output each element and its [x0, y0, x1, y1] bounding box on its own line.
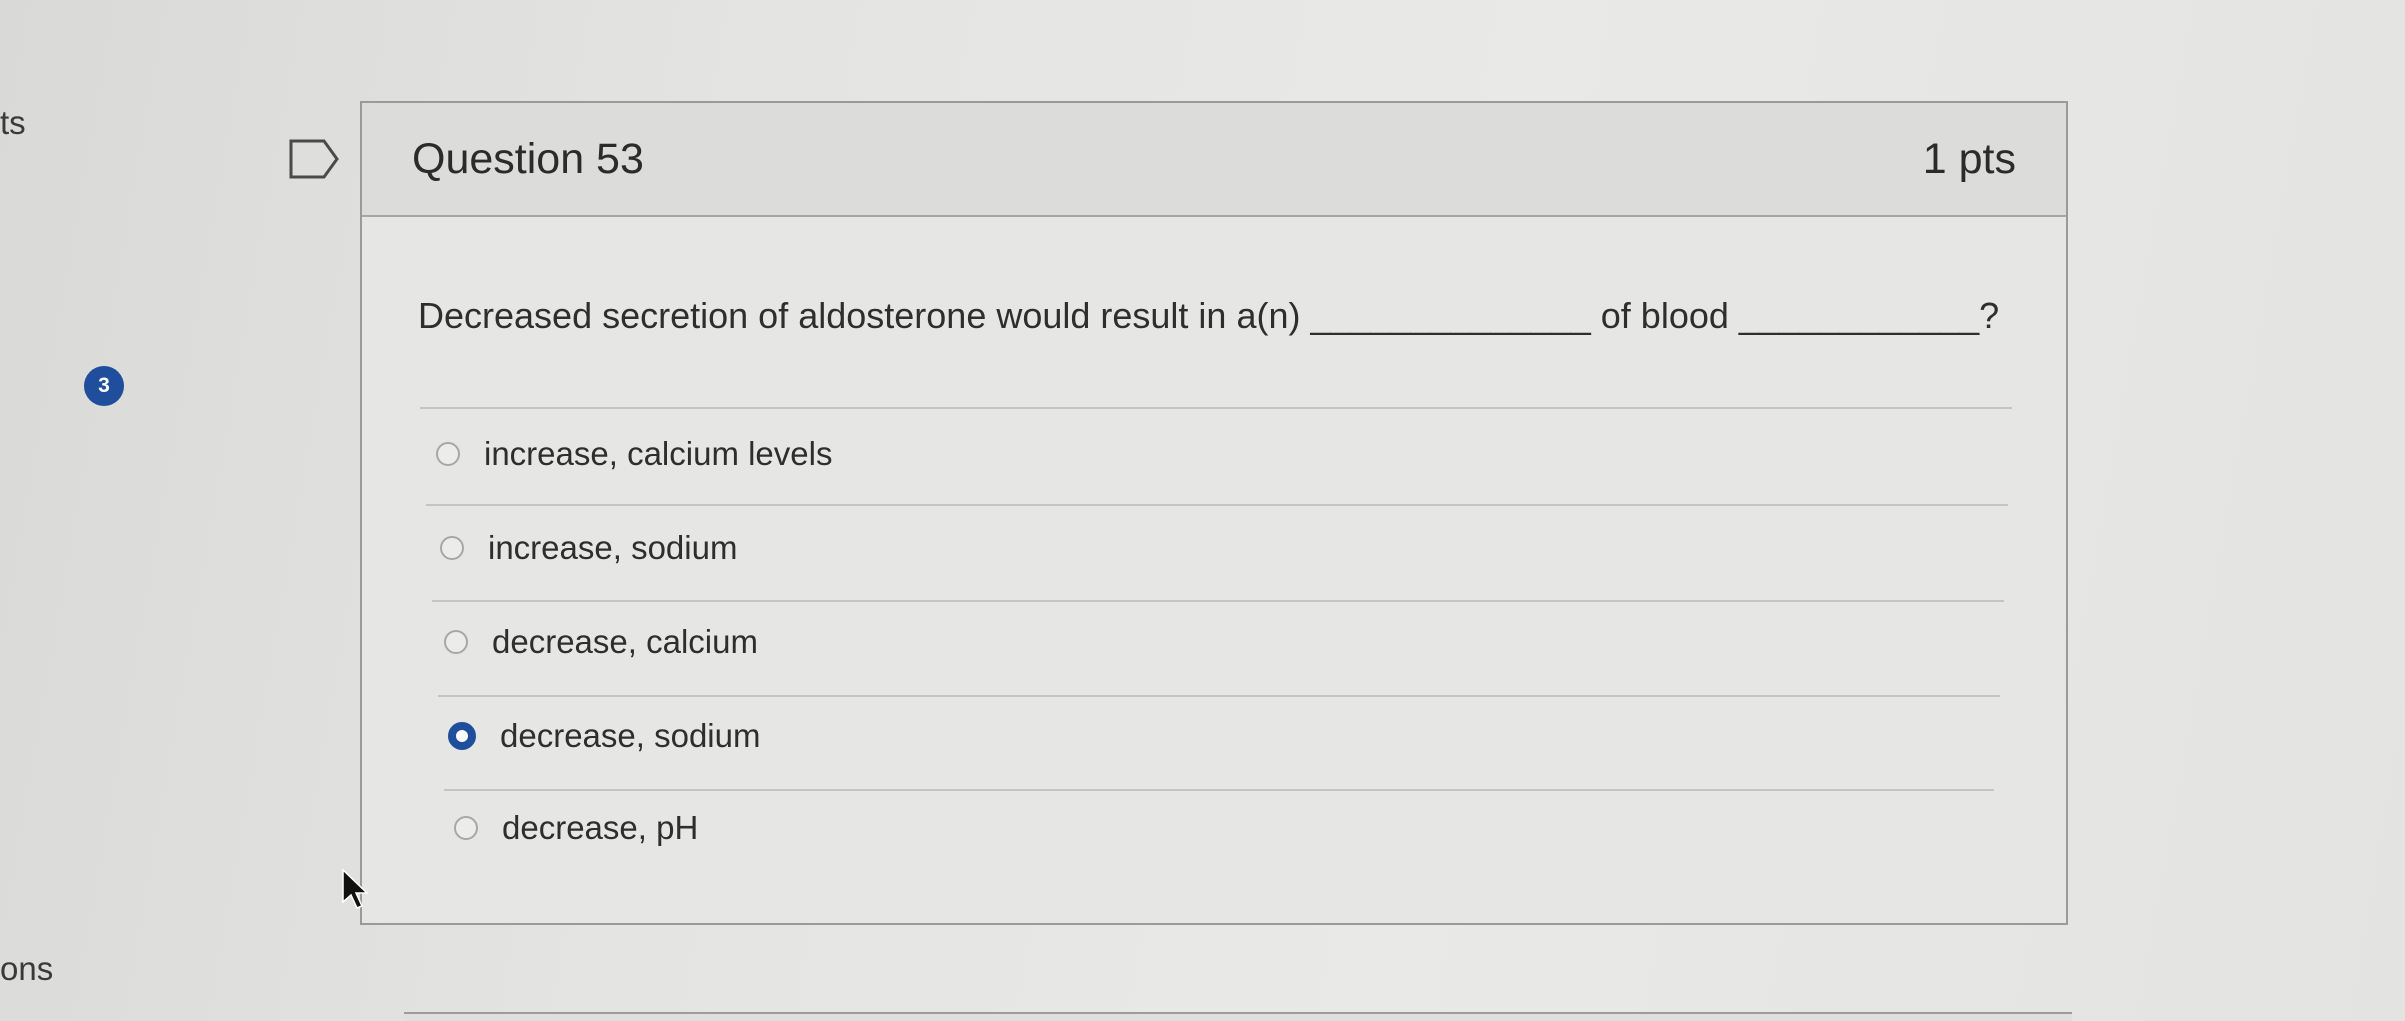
mouse-pointer-icon: [342, 868, 369, 909]
divider: [432, 600, 2004, 602]
divider: [426, 504, 2008, 506]
answer-option-5[interactable]: decrease, pH: [454, 809, 698, 847]
radio-button[interactable]: [440, 536, 464, 560]
divider: [444, 789, 1994, 791]
question-points: 1 pts: [1922, 135, 2016, 183]
sidebar-fragment-bottom[interactable]: ons: [0, 950, 53, 988]
question-text: Decreased secretion of aldosterone would…: [418, 295, 2000, 336]
answer-option-4[interactable]: decrease, sodium: [448, 717, 760, 755]
answer-label[interactable]: decrease, calcium: [492, 623, 758, 661]
answer-option-3[interactable]: decrease, calcium: [444, 623, 758, 661]
next-card-edge: [404, 1012, 2072, 1021]
divider: [438, 695, 2000, 697]
radio-button[interactable]: [436, 442, 460, 466]
answer-label[interactable]: decrease, sodium: [500, 717, 760, 755]
answer-label[interactable]: increase, calcium levels: [484, 435, 832, 473]
question-header: Question 53 1 pts: [362, 103, 2066, 217]
question-card: Question 53 1 pts Decreased secretion of…: [360, 101, 2068, 925]
question-number-badge[interactable]: 3: [84, 366, 124, 406]
divider: [420, 407, 2012, 409]
question-title: Question 53: [412, 135, 644, 183]
answer-label[interactable]: decrease, pH: [502, 809, 698, 847]
flag-icon[interactable]: [288, 138, 340, 180]
radio-button-selected[interactable]: [448, 722, 476, 750]
sidebar-fragment-top: ts: [0, 104, 26, 141]
answer-option-1[interactable]: increase, calcium levels: [436, 435, 832, 473]
radio-button[interactable]: [454, 816, 478, 840]
answer-label[interactable]: increase, sodium: [488, 529, 737, 567]
radio-button[interactable]: [444, 630, 468, 654]
answer-option-2[interactable]: increase, sodium: [440, 529, 737, 567]
quiz-page: ts ons 3 Question 53 1 pts Decreased sec…: [0, 0, 2405, 1021]
